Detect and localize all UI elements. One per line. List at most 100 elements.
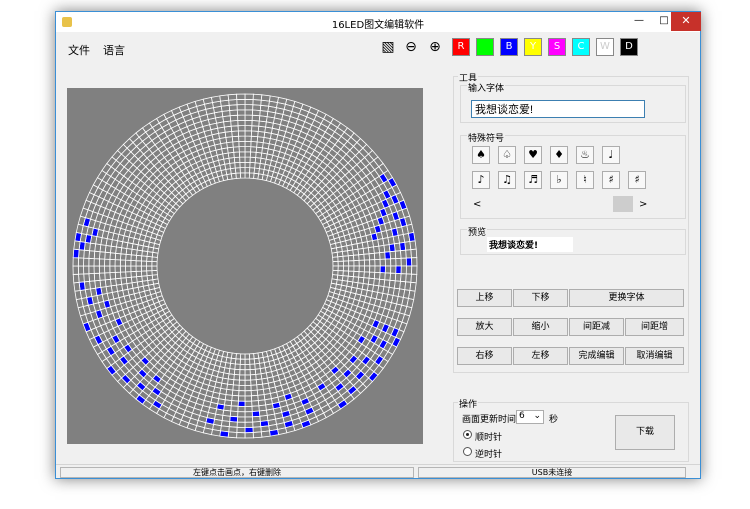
led-cell[interactable] [342,255,350,262]
led-cell[interactable] [244,405,253,413]
move-down-button[interactable]: 下移 [513,289,568,307]
led-cell[interactable] [135,265,142,272]
led-cell[interactable] [363,271,371,279]
led-cell[interactable] [74,290,82,301]
led-cell[interactable] [77,257,85,267]
led-cell[interactable] [232,379,240,386]
led-cell[interactable] [342,265,350,272]
led-cell[interactable] [249,151,257,158]
led-cell[interactable] [236,98,246,106]
led-cell[interactable] [408,290,416,301]
font-text-input[interactable] [471,100,645,118]
led-cell[interactable] [88,265,95,275]
color-cyan-button[interactable]: C [572,38,590,56]
led-cell[interactable] [244,358,251,365]
symbol-button[interactable]: ♪ [472,171,490,189]
color-white-button[interactable]: W [596,38,614,56]
led-cell[interactable] [250,140,258,148]
cancel-edit-button[interactable]: 取消编辑 [625,347,684,365]
led-cell-lit[interactable] [244,426,254,434]
led-cell[interactable] [238,374,246,381]
led-cell[interactable] [332,256,339,263]
symbol-button[interactable]: ♤ [498,146,516,164]
led-cell[interactable] [269,95,280,103]
led-cell[interactable] [250,394,259,402]
led-cell[interactable] [72,273,80,284]
led-cell[interactable] [249,368,257,376]
led-cell[interactable] [119,271,127,279]
color-red-button[interactable]: R [452,38,470,56]
led-cell[interactable] [230,400,239,407]
led-cell[interactable] [249,374,257,381]
led-cell[interactable] [229,410,239,418]
led-cell-lit[interactable] [269,429,280,437]
symbol-button[interactable]: ♯ [628,171,646,189]
symbols-scroll-left[interactable]: < [473,199,481,210]
led-cell[interactable] [244,416,254,423]
symbol-button[interactable]: ♭ [550,171,568,189]
led-cell[interactable] [135,260,142,267]
led-cell[interactable] [237,119,246,127]
led-cell[interactable] [405,265,413,275]
led-cell[interactable] [140,260,148,267]
led-cell[interactable] [151,265,158,272]
led-cell[interactable] [125,253,132,261]
led-cell[interactable] [409,240,417,251]
led-cell[interactable] [348,265,355,272]
led-cell[interactable] [374,265,381,274]
led-cell[interactable] [237,125,246,132]
led-cell[interactable] [130,259,137,267]
minimize-button[interactable]: — [626,12,652,31]
led-cell[interactable] [233,374,241,381]
led-cell[interactable] [232,146,240,153]
led-cell[interactable] [353,259,360,267]
select-icon[interactable]: ▧ [379,38,397,56]
led-cell[interactable] [363,265,371,273]
led-cell[interactable] [202,96,213,105]
led-cell[interactable] [238,384,246,392]
led-cell[interactable] [130,270,137,278]
led-cell[interactable] [244,390,252,397]
led-cell[interactable] [353,265,360,273]
led-cell[interactable] [233,368,241,376]
led-cell[interactable] [348,260,355,267]
led-cell[interactable] [237,411,246,418]
led-cell[interactable] [409,281,417,292]
menu-file[interactable]: 文件 [68,42,90,58]
led-cell[interactable] [369,259,376,267]
led-cell[interactable] [125,265,132,273]
led-cell[interactable] [98,265,106,274]
led-cell[interactable] [77,265,85,275]
led-cell[interactable] [93,265,100,274]
led-cell[interactable] [237,130,246,137]
led-cell[interactable] [227,93,238,101]
led-cell[interactable] [369,265,376,273]
zoom-in-icon[interactable]: ⊕ [426,38,444,56]
led-cell[interactable] [358,265,365,273]
led-cell[interactable] [252,93,263,101]
led-cell[interactable] [395,257,402,267]
led-cell[interactable] [239,161,246,169]
led-cell[interactable] [146,270,153,277]
led-cell[interactable] [373,252,381,261]
symbol-button[interactable]: ♥ [524,146,542,164]
led-cell[interactable] [373,271,381,280]
led-cell[interactable] [119,253,127,261]
led-cell[interactable] [379,272,386,281]
led-cell[interactable] [244,146,252,153]
led-cell[interactable] [252,431,263,439]
led-cell[interactable] [244,104,254,111]
led-cell[interactable] [229,114,239,122]
led-cell[interactable] [237,395,246,402]
led-cell[interactable] [83,265,90,275]
led-cell[interactable] [119,259,127,267]
led-cell[interactable] [238,140,246,148]
led-cell[interactable] [384,265,392,274]
led-cell-lit[interactable] [74,231,82,242]
led-cell[interactable] [238,151,246,158]
clockwise-radio[interactable] [463,430,472,439]
led-cell[interactable] [244,156,251,163]
led-cell-lit[interactable] [251,410,261,418]
led-cell[interactable] [249,358,256,365]
led-cell[interactable] [250,384,258,392]
